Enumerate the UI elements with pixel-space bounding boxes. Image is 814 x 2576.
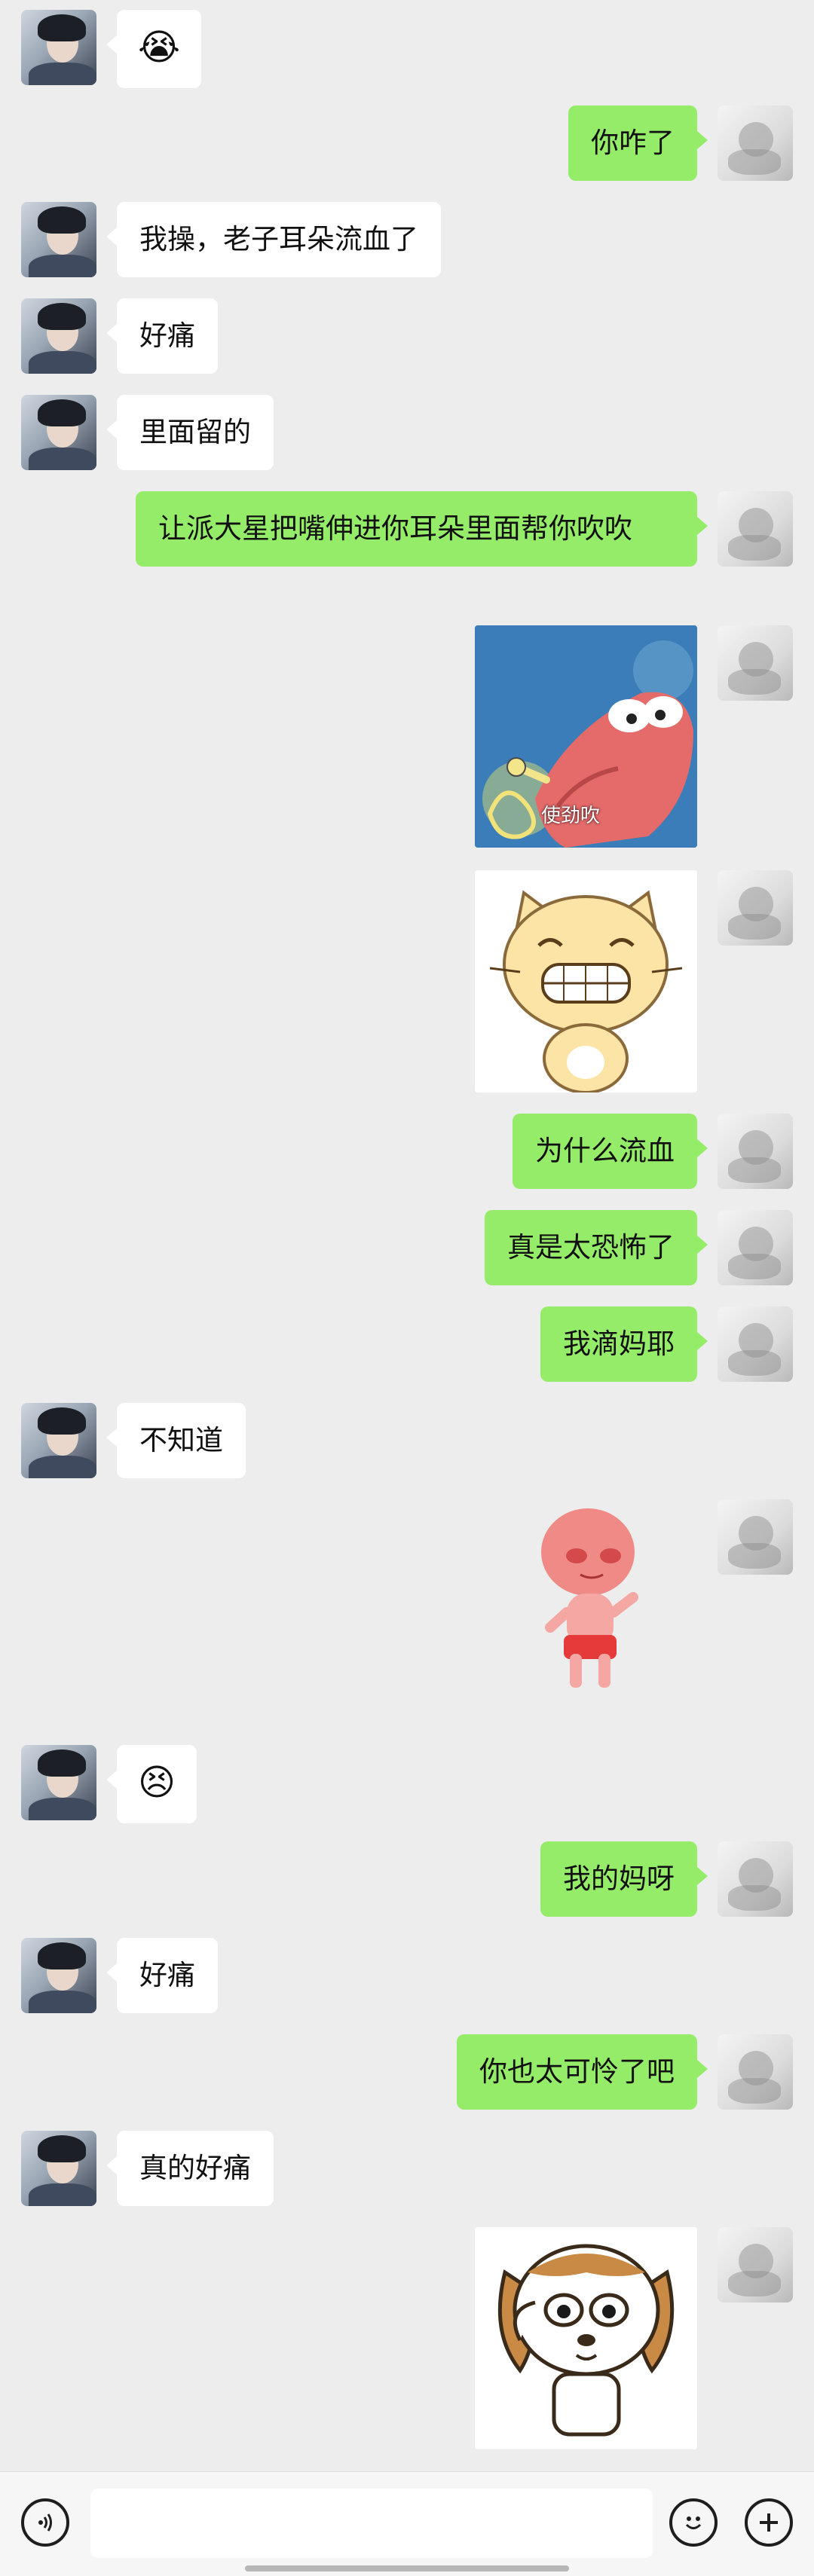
plus-button[interactable] bbox=[745, 2498, 793, 2547]
message-bubble-sent[interactable]: 你咋了 bbox=[568, 105, 708, 181]
message-bubble-received[interactable]: 😭 bbox=[106, 10, 202, 88]
message-input[interactable] bbox=[90, 2489, 653, 2558]
contact-avatar[interactable] bbox=[21, 298, 96, 374]
sticker-caption: 使劲吹 bbox=[541, 805, 601, 827]
sticker-patrick[interactable]: 使劲吹 bbox=[475, 625, 697, 848]
voice-button[interactable] bbox=[21, 2498, 69, 2547]
emoji-icon bbox=[685, 2516, 702, 2529]
message-bubble-sent[interactable]: 我的妈呀 bbox=[540, 1841, 708, 1917]
my-avatar[interactable] bbox=[718, 2034, 793, 2110]
sticker-dog[interactable] bbox=[475, 2227, 697, 2449]
my-avatar[interactable] bbox=[718, 491, 793, 567]
contact-avatar[interactable] bbox=[21, 1403, 96, 1478]
message-bubble-received[interactable]: 里面留的 bbox=[106, 395, 274, 470]
contact-avatar[interactable] bbox=[21, 2131, 96, 2206]
input-bar bbox=[0, 2471, 814, 2576]
voice-icon bbox=[38, 2513, 52, 2532]
contact-avatar[interactable] bbox=[21, 395, 96, 470]
contact-avatar[interactable] bbox=[21, 10, 96, 85]
my-avatar[interactable] bbox=[718, 1210, 793, 1285]
message-bubble-received[interactable]: 好痛 bbox=[106, 1938, 218, 2013]
contact-avatar[interactable] bbox=[21, 1745, 96, 1820]
my-avatar[interactable] bbox=[718, 1499, 793, 1575]
message-bubble-sent[interactable]: 你也太可怜了吧 bbox=[457, 2034, 708, 2110]
message-bubble-sent[interactable]: 我滴妈耶 bbox=[540, 1306, 708, 1382]
persevering-emoji-icon: 😣 bbox=[138, 1762, 176, 1804]
message-bubble-sent[interactable]: 真是太恐怖了 bbox=[485, 1210, 708, 1285]
sticker-cat[interactable] bbox=[475, 870, 697, 1092]
my-avatar[interactable] bbox=[718, 625, 793, 701]
message-bubble-received[interactable]: 我操，老子耳朵流血了 bbox=[106, 202, 441, 277]
home-indicator[interactable] bbox=[245, 2565, 569, 2571]
contact-avatar[interactable] bbox=[21, 202, 96, 277]
my-avatar[interactable] bbox=[718, 1114, 793, 1189]
message-bubble-sent[interactable]: 为什么流血 bbox=[513, 1114, 708, 1189]
message-bubble-received[interactable]: 真的好痛 bbox=[106, 2131, 274, 2206]
message-bubble-received[interactable]: 好痛 bbox=[106, 298, 218, 374]
plus-icon bbox=[760, 2513, 778, 2532]
crying-emoji-icon: 😭 bbox=[138, 26, 181, 69]
my-avatar[interactable] bbox=[718, 2227, 793, 2303]
contact-avatar[interactable] bbox=[21, 1938, 96, 2013]
my-avatar[interactable] bbox=[718, 1841, 793, 1917]
chat-area: 😭 你咋了 我操，老子耳朵流血了 好痛 里面留的 让派大星把嘴伸进你耳朵里面帮你… bbox=[0, 0, 814, 2471]
my-avatar[interactable] bbox=[718, 105, 793, 181]
my-avatar[interactable] bbox=[718, 1306, 793, 1382]
cat-sticker-icon bbox=[475, 870, 697, 1092]
message-bubble-received[interactable]: 😣 bbox=[106, 1745, 197, 1823]
emoji-button[interactable] bbox=[669, 2498, 718, 2547]
dog-sticker-icon bbox=[475, 2227, 697, 2449]
my-avatar[interactable] bbox=[718, 870, 793, 946]
message-bubble-received[interactable]: 不知道 bbox=[106, 1403, 246, 1478]
message-bubble-sent[interactable]: 让派大星把嘴伸进你耳朵里面帮你吹吹 bbox=[136, 491, 708, 567]
pink-character-sticker-icon bbox=[541, 1508, 638, 1688]
sticker-pink-character[interactable] bbox=[497, 1499, 678, 1718]
